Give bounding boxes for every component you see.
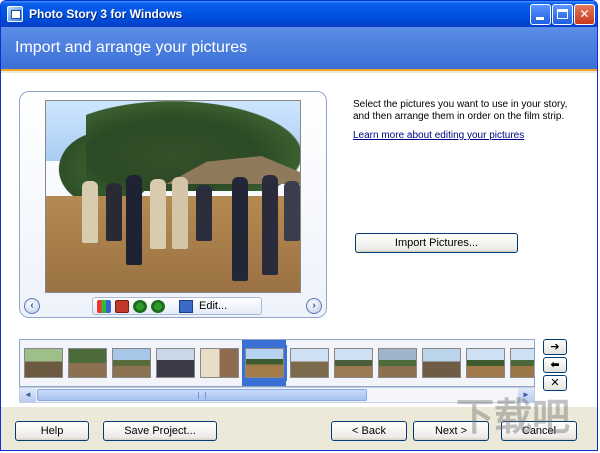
- arrow-left-icon: ‹: [30, 300, 34, 311]
- photo-person: [262, 175, 278, 275]
- page-header: Import and arrange your pictures: [1, 27, 597, 71]
- photo-person: [284, 181, 300, 241]
- photo-person: [172, 177, 188, 249]
- rotate-right-icon[interactable]: [151, 300, 165, 313]
- next-picture-button[interactable]: ›: [306, 298, 322, 314]
- thumbnail[interactable]: [334, 348, 373, 378]
- film-strip-scrollbar[interactable]: ◄ ►: [19, 387, 535, 403]
- title-bar[interactable]: Photo Story 3 for Windows ✕: [1, 1, 597, 27]
- window-title: Photo Story 3 for Windows: [29, 7, 183, 21]
- thumbnail[interactable]: [422, 348, 461, 378]
- maximize-button[interactable]: [552, 4, 573, 25]
- close-button[interactable]: ✕: [574, 4, 595, 25]
- scroll-left-button[interactable]: ◄: [20, 388, 36, 402]
- app-window: Photo Story 3 for Windows ✕ Import and a…: [0, 0, 598, 451]
- photo-person: [150, 179, 166, 249]
- thumbnail[interactable]: [112, 348, 151, 378]
- thumbnail[interactable]: [510, 348, 534, 378]
- maximize-icon: [557, 9, 568, 19]
- photo-person: [82, 181, 98, 243]
- close-icon: ✕: [579, 7, 590, 21]
- thumbnail-selected[interactable]: [242, 345, 287, 381]
- photo-person: [196, 185, 212, 241]
- thumbnail[interactable]: [68, 348, 107, 378]
- scrollbar-thumb[interactable]: [37, 389, 367, 401]
- thumbnail[interactable]: [156, 348, 195, 378]
- preview-photo: [45, 100, 301, 293]
- wizard-button-bar: Help Save Project... < Back Next > Cance…: [1, 406, 597, 450]
- page-title: Import and arrange your pictures: [15, 39, 248, 56]
- correct-colors-icon[interactable]: [97, 300, 111, 313]
- move-right-button[interactable]: ➔: [543, 339, 567, 355]
- back-button[interactable]: < Back: [331, 421, 407, 441]
- minimize-button[interactable]: [530, 4, 551, 25]
- thumbnail[interactable]: [378, 348, 417, 378]
- photo-person: [106, 183, 122, 241]
- remove-red-eye-icon[interactable]: [115, 300, 129, 313]
- edit-toolbar: Edit...: [92, 297, 262, 315]
- preview-toolbar: ‹ Edit... ›: [20, 295, 326, 317]
- save-project-button[interactable]: Save Project...: [103, 421, 217, 441]
- edit-icon: [179, 300, 193, 313]
- next-button[interactable]: Next >: [413, 421, 489, 441]
- edit-button[interactable]: Edit...: [199, 300, 227, 312]
- minimize-icon: [536, 17, 544, 20]
- remove-picture-button[interactable]: ✕: [543, 375, 567, 391]
- arrow-right-icon: ›: [312, 300, 316, 311]
- photo-person: [126, 175, 142, 265]
- help-button[interactable]: Help: [15, 421, 89, 441]
- cancel-button[interactable]: Cancel: [501, 421, 577, 441]
- thumbnail[interactable]: [200, 348, 239, 378]
- instructions-text: Select the pictures you want to use in y…: [353, 99, 568, 122]
- grip-icon: [198, 392, 206, 399]
- photo-person: [232, 177, 248, 281]
- previous-picture-button[interactable]: ‹: [24, 298, 40, 314]
- picture-preview-panel: ‹ Edit... ›: [19, 91, 327, 318]
- thumbnail[interactable]: [290, 348, 329, 378]
- main-content: ‹ Edit... › Select the pictures you want…: [1, 73, 597, 406]
- thumbnail[interactable]: [24, 348, 63, 378]
- scroll-right-button[interactable]: ►: [518, 388, 534, 402]
- rotate-left-icon[interactable]: [133, 300, 147, 313]
- move-left-button[interactable]: ⬅: [543, 357, 567, 373]
- thumbnail[interactable]: [466, 348, 505, 378]
- import-pictures-button[interactable]: Import Pictures...: [355, 233, 518, 253]
- film-strip[interactable]: [19, 339, 535, 387]
- learn-more-link[interactable]: Learn more about editing your pictures: [353, 130, 524, 141]
- app-icon: [7, 6, 23, 22]
